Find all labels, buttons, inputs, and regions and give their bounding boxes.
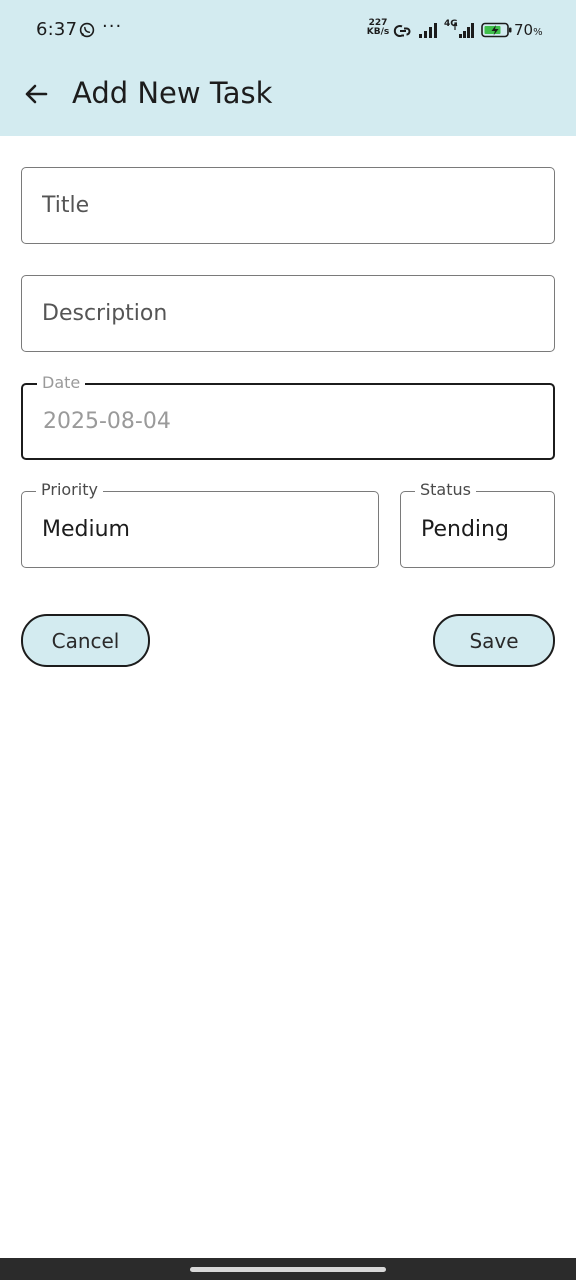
- battery-percent-value: 70: [514, 21, 534, 39]
- priority-value: Medium: [42, 517, 130, 542]
- priority-dropdown[interactable]: Priority Medium: [21, 481, 379, 568]
- save-button[interactable]: Save: [433, 614, 555, 667]
- home-gesture-handle[interactable]: [190, 1267, 386, 1272]
- title-input[interactable]: [42, 168, 534, 243]
- status-value: Pending: [421, 517, 509, 542]
- battery-charging-icon: [481, 22, 512, 38]
- description-input[interactable]: [42, 276, 534, 351]
- date-value: 2025-08-04: [43, 409, 171, 434]
- whatsapp-icon: [79, 22, 95, 38]
- signal-icon: [419, 23, 437, 38]
- status-time: 6:37: [36, 19, 78, 40]
- app-bar: 6:37 ··· 227 KB/s 4G 70% Add New Task: [0, 0, 576, 136]
- network-speed-unit: KB/s: [366, 27, 390, 37]
- signal-icon: [452, 23, 474, 38]
- network-speed: 227 KB/s: [365, 19, 391, 37]
- link-icon: [393, 25, 411, 37]
- date-field[interactable]: Date 2025-08-04: [21, 374, 555, 460]
- more-notifications-icon: ···: [102, 16, 123, 37]
- title-field[interactable]: [21, 167, 555, 244]
- battery-percent-unit: %: [533, 27, 543, 38]
- description-field[interactable]: [21, 275, 555, 352]
- battery-percent: 70%: [514, 21, 543, 39]
- system-navigation-bar: [0, 1258, 576, 1280]
- status-dropdown[interactable]: Status Pending: [400, 481, 555, 568]
- cancel-button[interactable]: Cancel: [21, 614, 150, 667]
- arrow-left-icon[interactable]: [22, 80, 50, 108]
- status-bar: 6:37 ··· 227 KB/s 4G 70%: [0, 0, 576, 62]
- page-title: Add New Task: [72, 76, 273, 110]
